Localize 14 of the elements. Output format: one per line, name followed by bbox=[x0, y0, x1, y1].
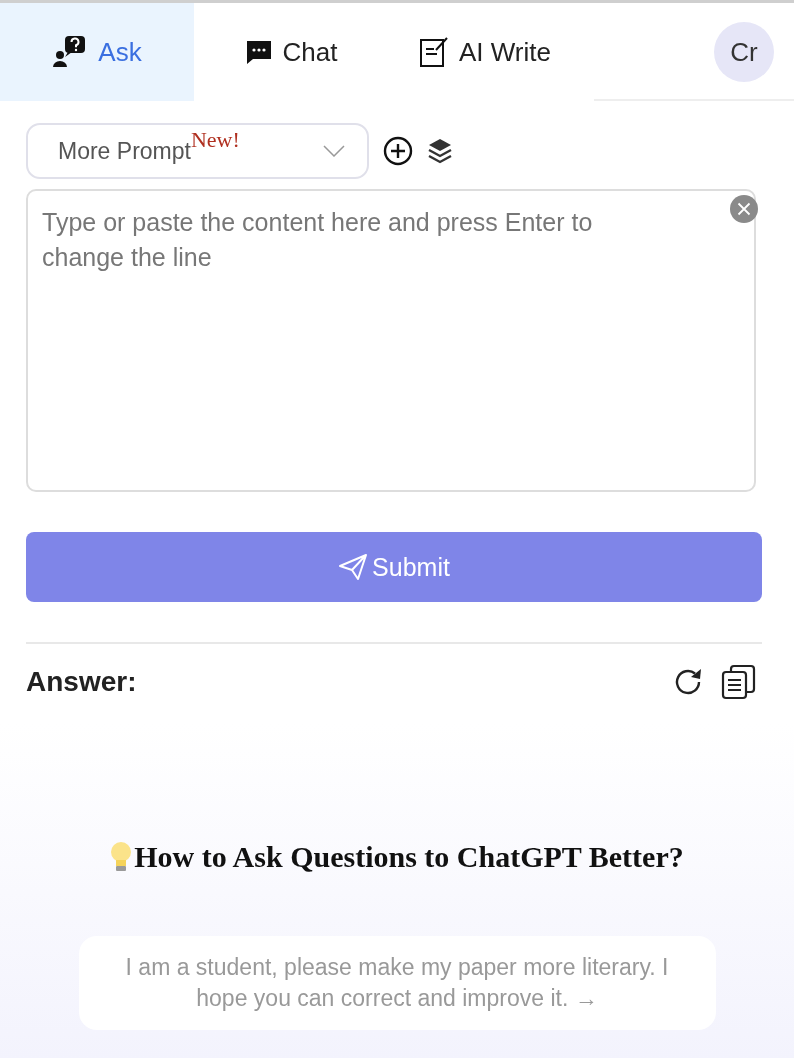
clear-icon[interactable] bbox=[730, 195, 758, 223]
layers-icon[interactable] bbox=[427, 137, 453, 165]
chat-bubble-icon bbox=[244, 39, 273, 65]
chevron-down-icon bbox=[323, 145, 345, 157]
add-icon[interactable] bbox=[383, 136, 413, 166]
content-input[interactable]: Type or paste the content here and press Enter to change the line bbox=[26, 189, 756, 492]
tips-heading: How to Ask Questions to ChatGPT Better? bbox=[134, 840, 684, 874]
user-avatar[interactable]: Cr bbox=[714, 22, 774, 82]
note-pencil-icon bbox=[419, 36, 449, 68]
copy-icon[interactable] bbox=[720, 664, 756, 700]
tab[interactable]: Ask bbox=[0, 3, 194, 101]
send-icon bbox=[338, 553, 369, 581]
answer-label: Answer: bbox=[26, 666, 137, 698]
lightbulb-icon bbox=[110, 841, 133, 873]
